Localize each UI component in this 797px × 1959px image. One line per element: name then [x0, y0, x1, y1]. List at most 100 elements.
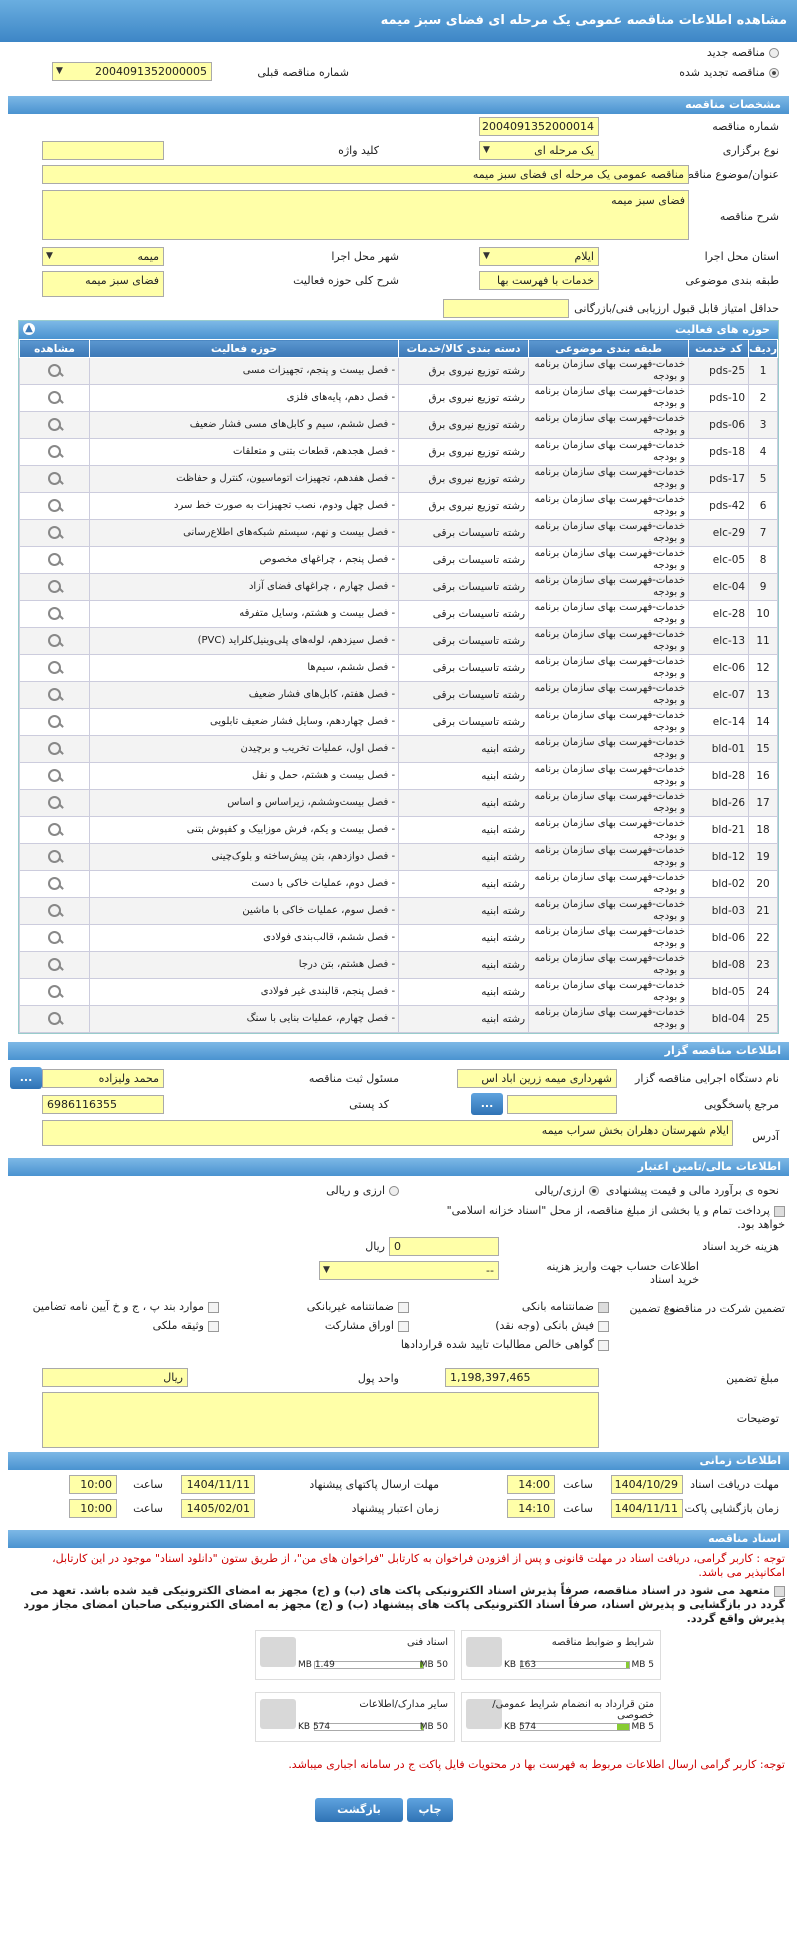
magnifier-icon[interactable]	[46, 794, 64, 810]
subject-category: خدمات-فهرست بهای سازمان برنامه و بودجه	[528, 843, 690, 871]
guarantee-amount-field[interactable]: 1,198,397,465	[445, 1368, 599, 1387]
keyword-field[interactable]	[42, 141, 164, 160]
magnifier-icon[interactable]	[46, 686, 64, 702]
radio-new-tender[interactable]: مناقصه جدید	[707, 46, 779, 59]
goods-category: رشته تاسیسات برقی	[398, 600, 530, 628]
postal-code-field[interactable]: 6986116355	[42, 1095, 164, 1114]
reference-label: مرجع پاسخگویی	[704, 1098, 779, 1111]
reference-field[interactable]	[507, 1095, 617, 1114]
guarantee-cash-checkbox[interactable]: فیش بانکی (وجه نقد)	[495, 1319, 609, 1332]
activity-area: - فصل سوم، عملیات خاکی با ماشین	[88, 897, 400, 925]
chevron-down-icon: ▼	[323, 1265, 330, 1275]
islamic-treasury-checkbox[interactable]: پرداخت تمام و یا بخشی از مبلغ مناقصه، از…	[425, 1204, 785, 1232]
goods-category: رشته تاسیسات برقی	[398, 546, 530, 574]
radio-currency-rial[interactable]: ارزی/ریالی	[535, 1184, 599, 1197]
magnifier-icon[interactable]	[46, 605, 64, 621]
guarantee-regulation-checkbox[interactable]: موارد بند پ ، ج و خ آیین نامه تضامین	[33, 1300, 219, 1313]
magnifier-icon[interactable]	[46, 740, 64, 756]
collapse-icon[interactable]: ▲	[23, 323, 35, 335]
reference-more-button[interactable]: ...	[471, 1093, 503, 1115]
doc-size-bar	[520, 1723, 630, 1731]
opening-hour[interactable]: 14:10	[507, 1499, 555, 1518]
magnifier-icon[interactable]	[46, 848, 64, 864]
radio-currency-and-rial[interactable]: ارزی و ریالی	[326, 1184, 399, 1197]
view-cell	[19, 816, 90, 844]
magnifier-icon[interactable]	[46, 929, 64, 945]
min-score-field[interactable]	[443, 299, 569, 318]
magnifier-icon[interactable]	[46, 470, 64, 486]
doc-size-bar	[520, 1661, 630, 1669]
subject-field[interactable]: مناقصه عمومی یک مرحله ای فضای سبز میمه	[42, 165, 689, 184]
subject-category: خدمات-فهرست بهای سازمان برنامه و بودجه	[528, 924, 690, 952]
account-label: اطلاعات حساب جهت واریز هزینه خرید اسناد	[546, 1260, 699, 1286]
magnifier-icon[interactable]	[46, 713, 64, 729]
doc-receive-time[interactable]: 14:00	[507, 1475, 555, 1494]
doc-fee-field[interactable]: 0	[389, 1237, 499, 1256]
doc-card-title: اسناد فنی	[407, 1637, 448, 1648]
city-select[interactable]: ▼ میمه	[42, 247, 164, 266]
goods-category: رشته ابنیه	[398, 951, 530, 979]
bid-validity-time[interactable]: 10:00	[69, 1499, 117, 1518]
magnifier-icon[interactable]	[46, 362, 64, 378]
activity-summary-field[interactable]: فضای سبز میمه	[42, 271, 164, 297]
table-row: 13 elc-07 خدمات-فهرست بهای سازمان برنامه و…	[19, 681, 778, 709]
organizer-field[interactable]: شهرداری میمه زرین اباد اس	[457, 1069, 617, 1088]
magnifier-icon[interactable]	[46, 767, 64, 783]
magnifier-icon[interactable]	[46, 983, 64, 999]
magnifier-icon[interactable]	[46, 578, 64, 594]
doc-card-terms[interactable]: شرایط و ضوابط مناقصه 5 MB 163 KB	[461, 1630, 661, 1680]
doc-receive-time-label: ساعت	[563, 1478, 593, 1491]
magnifier-icon[interactable]	[46, 1010, 64, 1026]
organizer-more-button[interactable]: ...	[10, 1067, 42, 1089]
category-field[interactable]: خدمات با فهرست بها	[479, 271, 599, 290]
docs-signature-text: متعهد می شود در اسناد مناقصه، صرفاً پذیر…	[23, 1584, 785, 1625]
guarantee-claims-checkbox[interactable]: گواهی خالص مطالبات تایید شده قراردادها	[401, 1338, 609, 1351]
table-row: 23 bld-08 خدمات-فهرست بهای سازمان برنامه و…	[19, 951, 778, 979]
currency-unit-field[interactable]: ریال	[42, 1368, 188, 1387]
estimate-label: نحوه ی برآورد مالی و قیمت پیشنهادی	[605, 1184, 779, 1197]
doc-receive-date[interactable]: 1404/10/29	[611, 1475, 683, 1494]
bid-validity-date[interactable]: 1405/02/01	[181, 1499, 255, 1518]
magnifier-icon[interactable]	[46, 659, 64, 675]
notes-field[interactable]	[42, 1392, 599, 1448]
activity-summary-label: شرح کلی حوزه فعالیت	[293, 274, 399, 287]
magnifier-icon[interactable]	[46, 497, 64, 513]
guarantee-nonbank-checkbox[interactable]: ضمانتنامه غیربانکی	[307, 1300, 409, 1313]
province-select[interactable]: ▼ ایلام	[479, 247, 599, 266]
prev-number-select[interactable]: ▼ 2004091352000005	[52, 62, 212, 81]
radio-renewed-tender[interactable]: مناقصه تجدید شده	[679, 66, 779, 79]
magnifier-icon[interactable]	[46, 524, 64, 540]
account-select[interactable]: ▼ --	[319, 1261, 499, 1280]
bid-send-date[interactable]: 1404/11/11	[181, 1475, 255, 1494]
doc-card-contract[interactable]: متن قرارداد به انضمام شرایط عمومی/خصوصی 5…	[461, 1692, 661, 1742]
magnifier-icon[interactable]	[46, 956, 64, 972]
tender-number-field[interactable]: 2004091352000014	[479, 117, 599, 136]
islamic-treasury-label: پرداخت تمام و یا بخشی از مبلغ مناقصه، از…	[446, 1204, 785, 1231]
doc-card-other[interactable]: سایر مدارک/اطلاعات 50 MB 574 KB	[255, 1692, 455, 1742]
address-field[interactable]: ایلام شهرستان دهلران بخش سراب میمه	[42, 1120, 733, 1146]
service-code: pds-10	[688, 384, 750, 412]
magnifier-icon[interactable]	[46, 902, 64, 918]
bid-send-time[interactable]: 10:00	[69, 1475, 117, 1494]
opening-date[interactable]: 1404/11/11	[611, 1499, 683, 1518]
magnifier-icon[interactable]	[46, 389, 64, 405]
activity-area: - فصل هشتم، بتن درجا	[88, 951, 400, 979]
magnifier-icon[interactable]	[46, 551, 64, 567]
chevron-down-icon: ▼	[46, 251, 53, 261]
guarantee-bank-checkbox[interactable]: ضمانتنامه بانکی	[522, 1300, 609, 1313]
guarantee-property-checkbox[interactable]: وثیقه ملکی	[153, 1319, 219, 1332]
print-button[interactable]: چاپ	[407, 1798, 453, 1822]
back-button[interactable]: بازگشت	[315, 1798, 403, 1822]
holding-type-select[interactable]: ▼ یک مرحله ای	[479, 141, 599, 160]
magnifier-icon[interactable]	[46, 875, 64, 891]
magnifier-icon[interactable]	[46, 632, 64, 648]
responsible-field[interactable]: محمد ولیزاده	[42, 1069, 164, 1088]
doc-card-technical[interactable]: اسناد فنی 50 MB 1.49 MB	[255, 1630, 455, 1680]
view-cell	[19, 735, 90, 763]
magnifier-icon[interactable]	[46, 443, 64, 459]
magnifier-icon[interactable]	[46, 416, 64, 432]
magnifier-icon[interactable]	[46, 821, 64, 837]
description-field[interactable]: فضای سبز میمه	[42, 190, 689, 240]
guarantee-bonds-checkbox[interactable]: اوراق مشارکت	[325, 1319, 409, 1332]
radio-renewed-label: مناقصه تجدید شده	[679, 66, 765, 79]
